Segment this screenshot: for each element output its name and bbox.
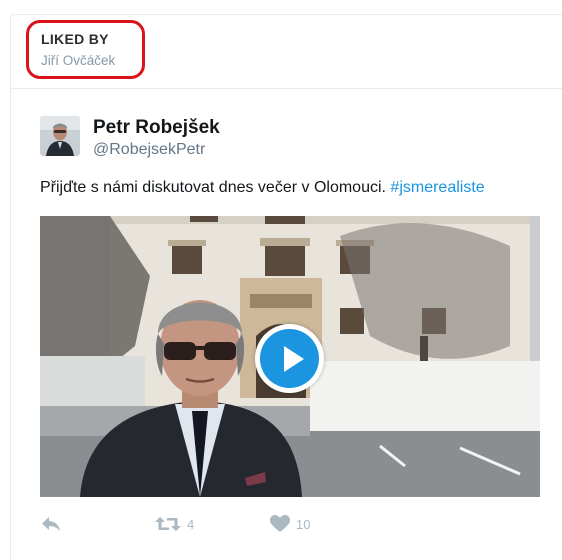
play-triangle bbox=[284, 346, 304, 372]
avatar[interactable] bbox=[40, 116, 80, 156]
liked-by-title: LIKED BY bbox=[41, 31, 109, 47]
play-button[interactable] bbox=[255, 324, 324, 393]
retweet-button[interactable]: 4 bbox=[155, 512, 194, 536]
hashtag-link[interactable]: #jsmerealiste bbox=[390, 179, 484, 196]
reply-icon bbox=[42, 517, 60, 531]
retweet-count: 4 bbox=[187, 516, 195, 532]
reply-button[interactable] bbox=[40, 512, 62, 536]
author-handle[interactable]: @RobejsekPetr bbox=[93, 141, 205, 159]
play-icon bbox=[260, 329, 319, 388]
tweet-actions: 4 10 bbox=[40, 512, 540, 536]
author-name[interactable]: Petr Robejšek bbox=[93, 117, 220, 139]
tweet-text-body: Přijďte s námi diskutovat dnes večer v O… bbox=[40, 179, 386, 196]
liked-by-user-link[interactable]: Jiří Ovčáček bbox=[41, 53, 115, 68]
retweet-icon bbox=[155, 517, 181, 531]
liked-by-highlight bbox=[26, 20, 145, 79]
like-button[interactable]: 10 bbox=[270, 512, 310, 536]
heart-icon bbox=[270, 515, 290, 532]
page: LIKED BY Jiří Ovčáček Petr Robejšek @Rob… bbox=[0, 0, 562, 560]
like-count: 10 bbox=[296, 516, 311, 532]
avatar-image bbox=[40, 116, 80, 156]
tweet-text: Přijďte s námi diskutovat dnes večer v O… bbox=[40, 179, 485, 197]
